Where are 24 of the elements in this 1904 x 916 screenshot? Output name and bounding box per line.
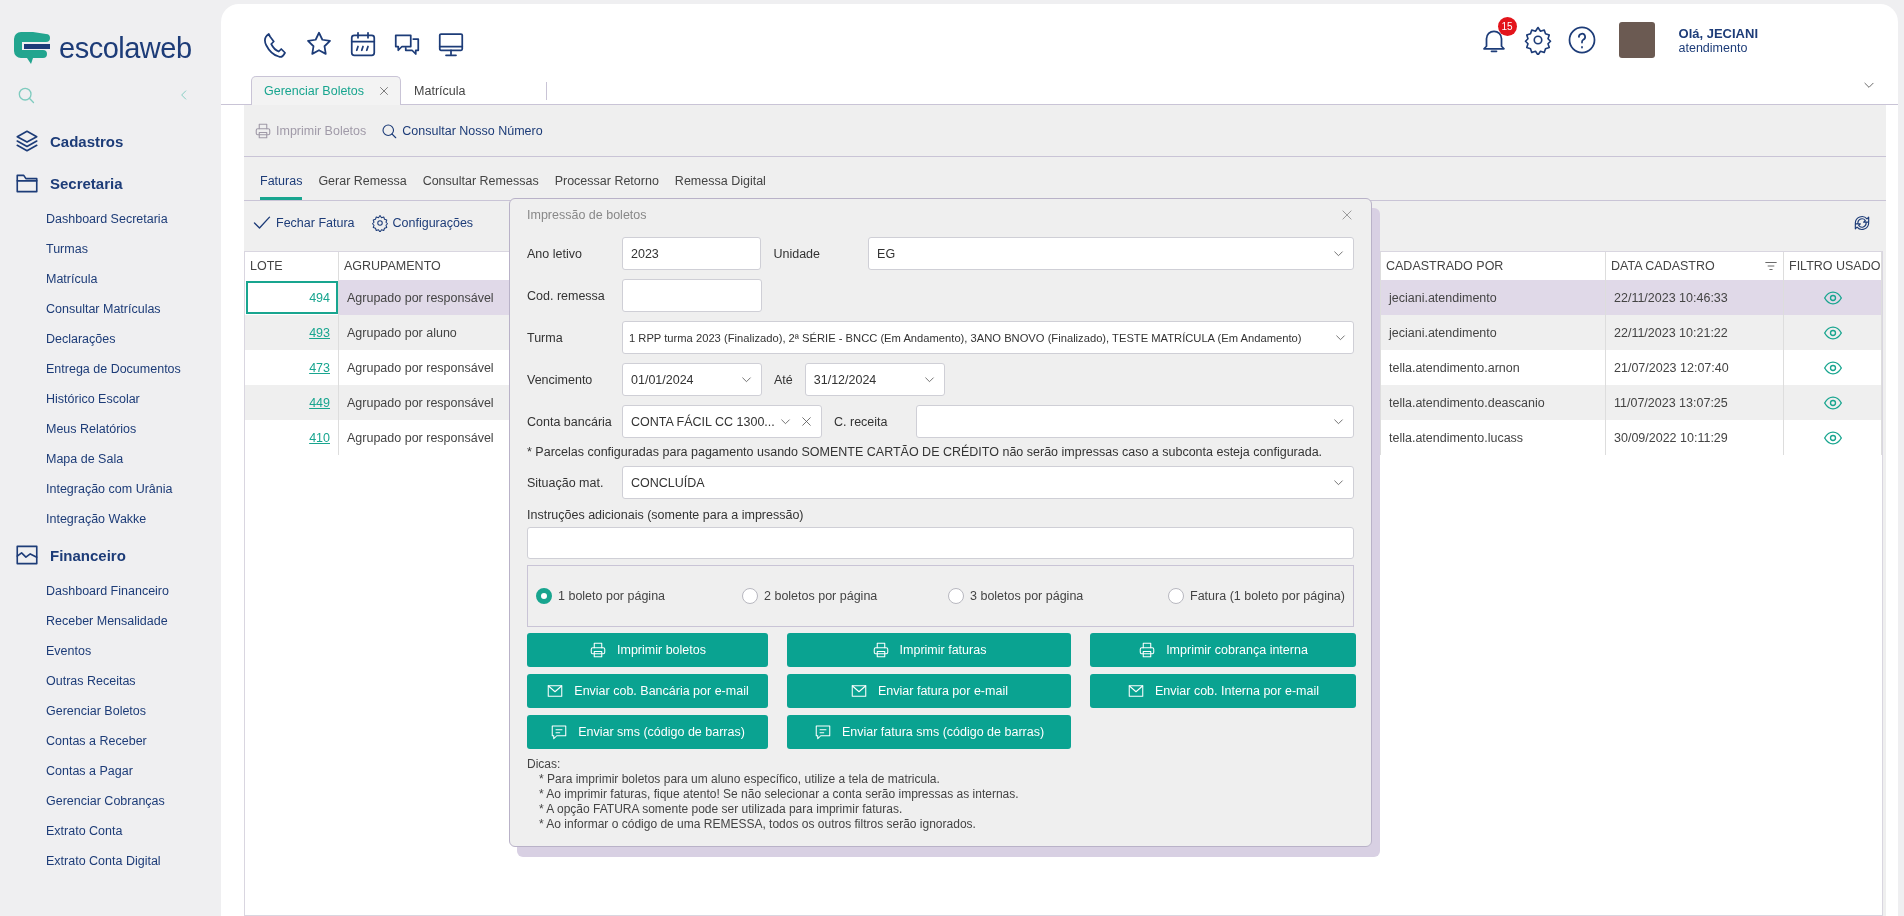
user-greeting: Olá, JECIANI: [1678, 25, 1758, 41]
tip-text: * Ao imprimir faturas, fique atento! Se não selecionar a conta serão impressas as internas.: [538, 787, 1020, 802]
field-label: Unidade: [773, 246, 822, 261]
table-cell: tella.atendimento.deascanio: [1381, 385, 1606, 420]
field-label: Instruções adicionais (somente para a impressão): [527, 508, 805, 522]
tip-text: * Ao informar o código de uma REMESSA, todos os outros filtros serão ignorados.: [538, 817, 977, 832]
logo-text: escolaweb: [59, 31, 192, 65]
tip-text: * A opção FATURA somente pode ser utilizada para imprimir faturas.: [538, 802, 904, 817]
field-label: Situação mat.: [527, 475, 605, 490]
field-label: Até: [774, 372, 793, 387]
table-cell: 11/07/2023 13:07:25: [1606, 385, 1784, 420]
table-cell: 30/09/2022 10:11:29: [1606, 420, 1784, 455]
tips-title: Dicas:: [527, 757, 562, 772]
table-cell: 22/11/2023 10:21:22: [1606, 315, 1784, 350]
notification-badge: 15: [1497, 17, 1517, 36]
tip-text: * Para imprimir boletos para um aluno específico, utilize a tela de matricula.: [538, 772, 941, 787]
field-label: Turma: [527, 330, 564, 345]
field-label: Ano letivo: [527, 246, 583, 261]
table-cell: tella.atendimento.lucass: [1381, 420, 1606, 455]
dialog-title: Impressão de boletos: [527, 208, 647, 222]
user-role: atendimento: [1678, 40, 1749, 55]
table-cell: jeciani.atendimento: [1381, 315, 1606, 350]
field-label: Cod. remessa: [527, 288, 606, 303]
field-label: Vencimento: [527, 372, 594, 387]
